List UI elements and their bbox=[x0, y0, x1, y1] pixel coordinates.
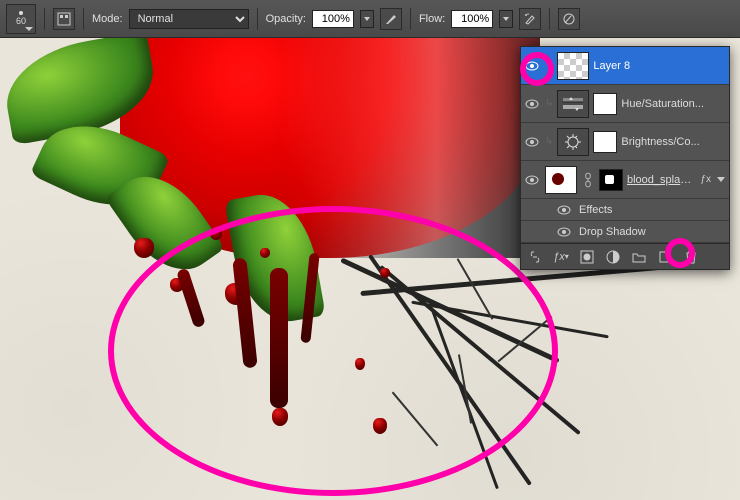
layer-name[interactable]: blood_splash_... bbox=[627, 174, 696, 186]
layer-name[interactable]: Brightness/Co... bbox=[621, 136, 725, 148]
layers-panel: ↳ Layer 8 ↳ Hue/Saturation... ↳ Brightne… bbox=[520, 46, 730, 270]
effects-collapse-icon[interactable] bbox=[717, 177, 725, 182]
brightness-contrast-icon[interactable] bbox=[557, 128, 589, 156]
pressure-size-icon[interactable] bbox=[558, 8, 580, 30]
blood-drop bbox=[134, 238, 154, 258]
options-bar: 60 Mode: Normal Opacity: Flow: bbox=[0, 0, 740, 38]
brush-dot-icon bbox=[19, 11, 23, 15]
new-group-icon[interactable] bbox=[631, 249, 647, 265]
effect-row[interactable]: Drop Shadow bbox=[521, 221, 729, 243]
visibility-toggle[interactable] bbox=[525, 173, 539, 187]
layer-mask-thumbnail[interactable] bbox=[599, 169, 623, 191]
triangle-down-icon bbox=[503, 17, 509, 21]
visibility-toggle[interactable] bbox=[525, 135, 539, 149]
layers-panel-footer: ƒx▾ bbox=[521, 243, 729, 269]
triangle-down-icon bbox=[364, 17, 370, 21]
layer-name[interactable]: Hue/Saturation... bbox=[621, 98, 725, 110]
layer-name[interactable]: Layer 8 bbox=[593, 60, 725, 72]
layer-row[interactable]: ↳ Hue/Saturation... bbox=[521, 85, 729, 123]
annotation-circle bbox=[665, 238, 695, 268]
brush-panel-toggle-icon[interactable] bbox=[53, 8, 75, 30]
opacity-input[interactable] bbox=[312, 10, 354, 28]
visibility-toggle[interactable] bbox=[525, 97, 539, 111]
effects-label: Effects bbox=[579, 204, 612, 216]
annotation-ellipse bbox=[108, 206, 558, 496]
layer-thumbnail[interactable] bbox=[557, 52, 589, 80]
separator bbox=[410, 8, 411, 30]
opacity-label: Opacity: bbox=[266, 13, 306, 25]
blend-mode-select[interactable]: Normal bbox=[129, 9, 249, 29]
mode-label: Mode: bbox=[92, 13, 123, 25]
visibility-toggle[interactable] bbox=[557, 203, 571, 217]
layer-mask-thumbnail[interactable] bbox=[593, 131, 617, 153]
airbrush-icon[interactable] bbox=[519, 8, 541, 30]
annotation-circle bbox=[520, 52, 554, 86]
fx-badge[interactable]: ƒx bbox=[700, 174, 711, 185]
effect-name: Drop Shadow bbox=[579, 226, 646, 238]
clip-indicator-icon: ↳ bbox=[545, 98, 553, 109]
new-adjustment-icon[interactable] bbox=[605, 249, 621, 265]
visibility-toggle[interactable] bbox=[557, 225, 571, 239]
layer-thumbnail[interactable] bbox=[545, 166, 577, 194]
separator bbox=[44, 8, 45, 30]
mask-link-icon[interactable] bbox=[581, 172, 595, 188]
brush-preset-picker[interactable]: 60 bbox=[6, 4, 36, 34]
flyout-triangle-icon bbox=[25, 27, 33, 31]
separator bbox=[549, 8, 550, 30]
flow-input[interactable] bbox=[451, 10, 493, 28]
effects-header-row[interactable]: Effects bbox=[521, 199, 729, 221]
flow-flyout[interactable] bbox=[499, 10, 513, 28]
add-mask-icon[interactable] bbox=[579, 249, 595, 265]
hue-saturation-icon[interactable] bbox=[557, 90, 589, 118]
link-layers-icon[interactable] bbox=[527, 249, 543, 265]
layer-row[interactable]: ↳ Brightness/Co... bbox=[521, 123, 729, 161]
opacity-flyout[interactable] bbox=[360, 10, 374, 28]
separator bbox=[83, 8, 84, 30]
layer-style-icon[interactable]: ƒx▾ bbox=[553, 249, 569, 265]
flow-label: Flow: bbox=[419, 13, 445, 25]
clip-indicator-icon: ↳ bbox=[545, 136, 553, 147]
layer-row[interactable]: blood_splash_... ƒx bbox=[521, 161, 729, 199]
layer-mask-thumbnail[interactable] bbox=[593, 93, 617, 115]
pressure-opacity-icon[interactable] bbox=[380, 8, 402, 30]
brush-size-value: 60 bbox=[16, 16, 26, 26]
separator bbox=[257, 8, 258, 30]
